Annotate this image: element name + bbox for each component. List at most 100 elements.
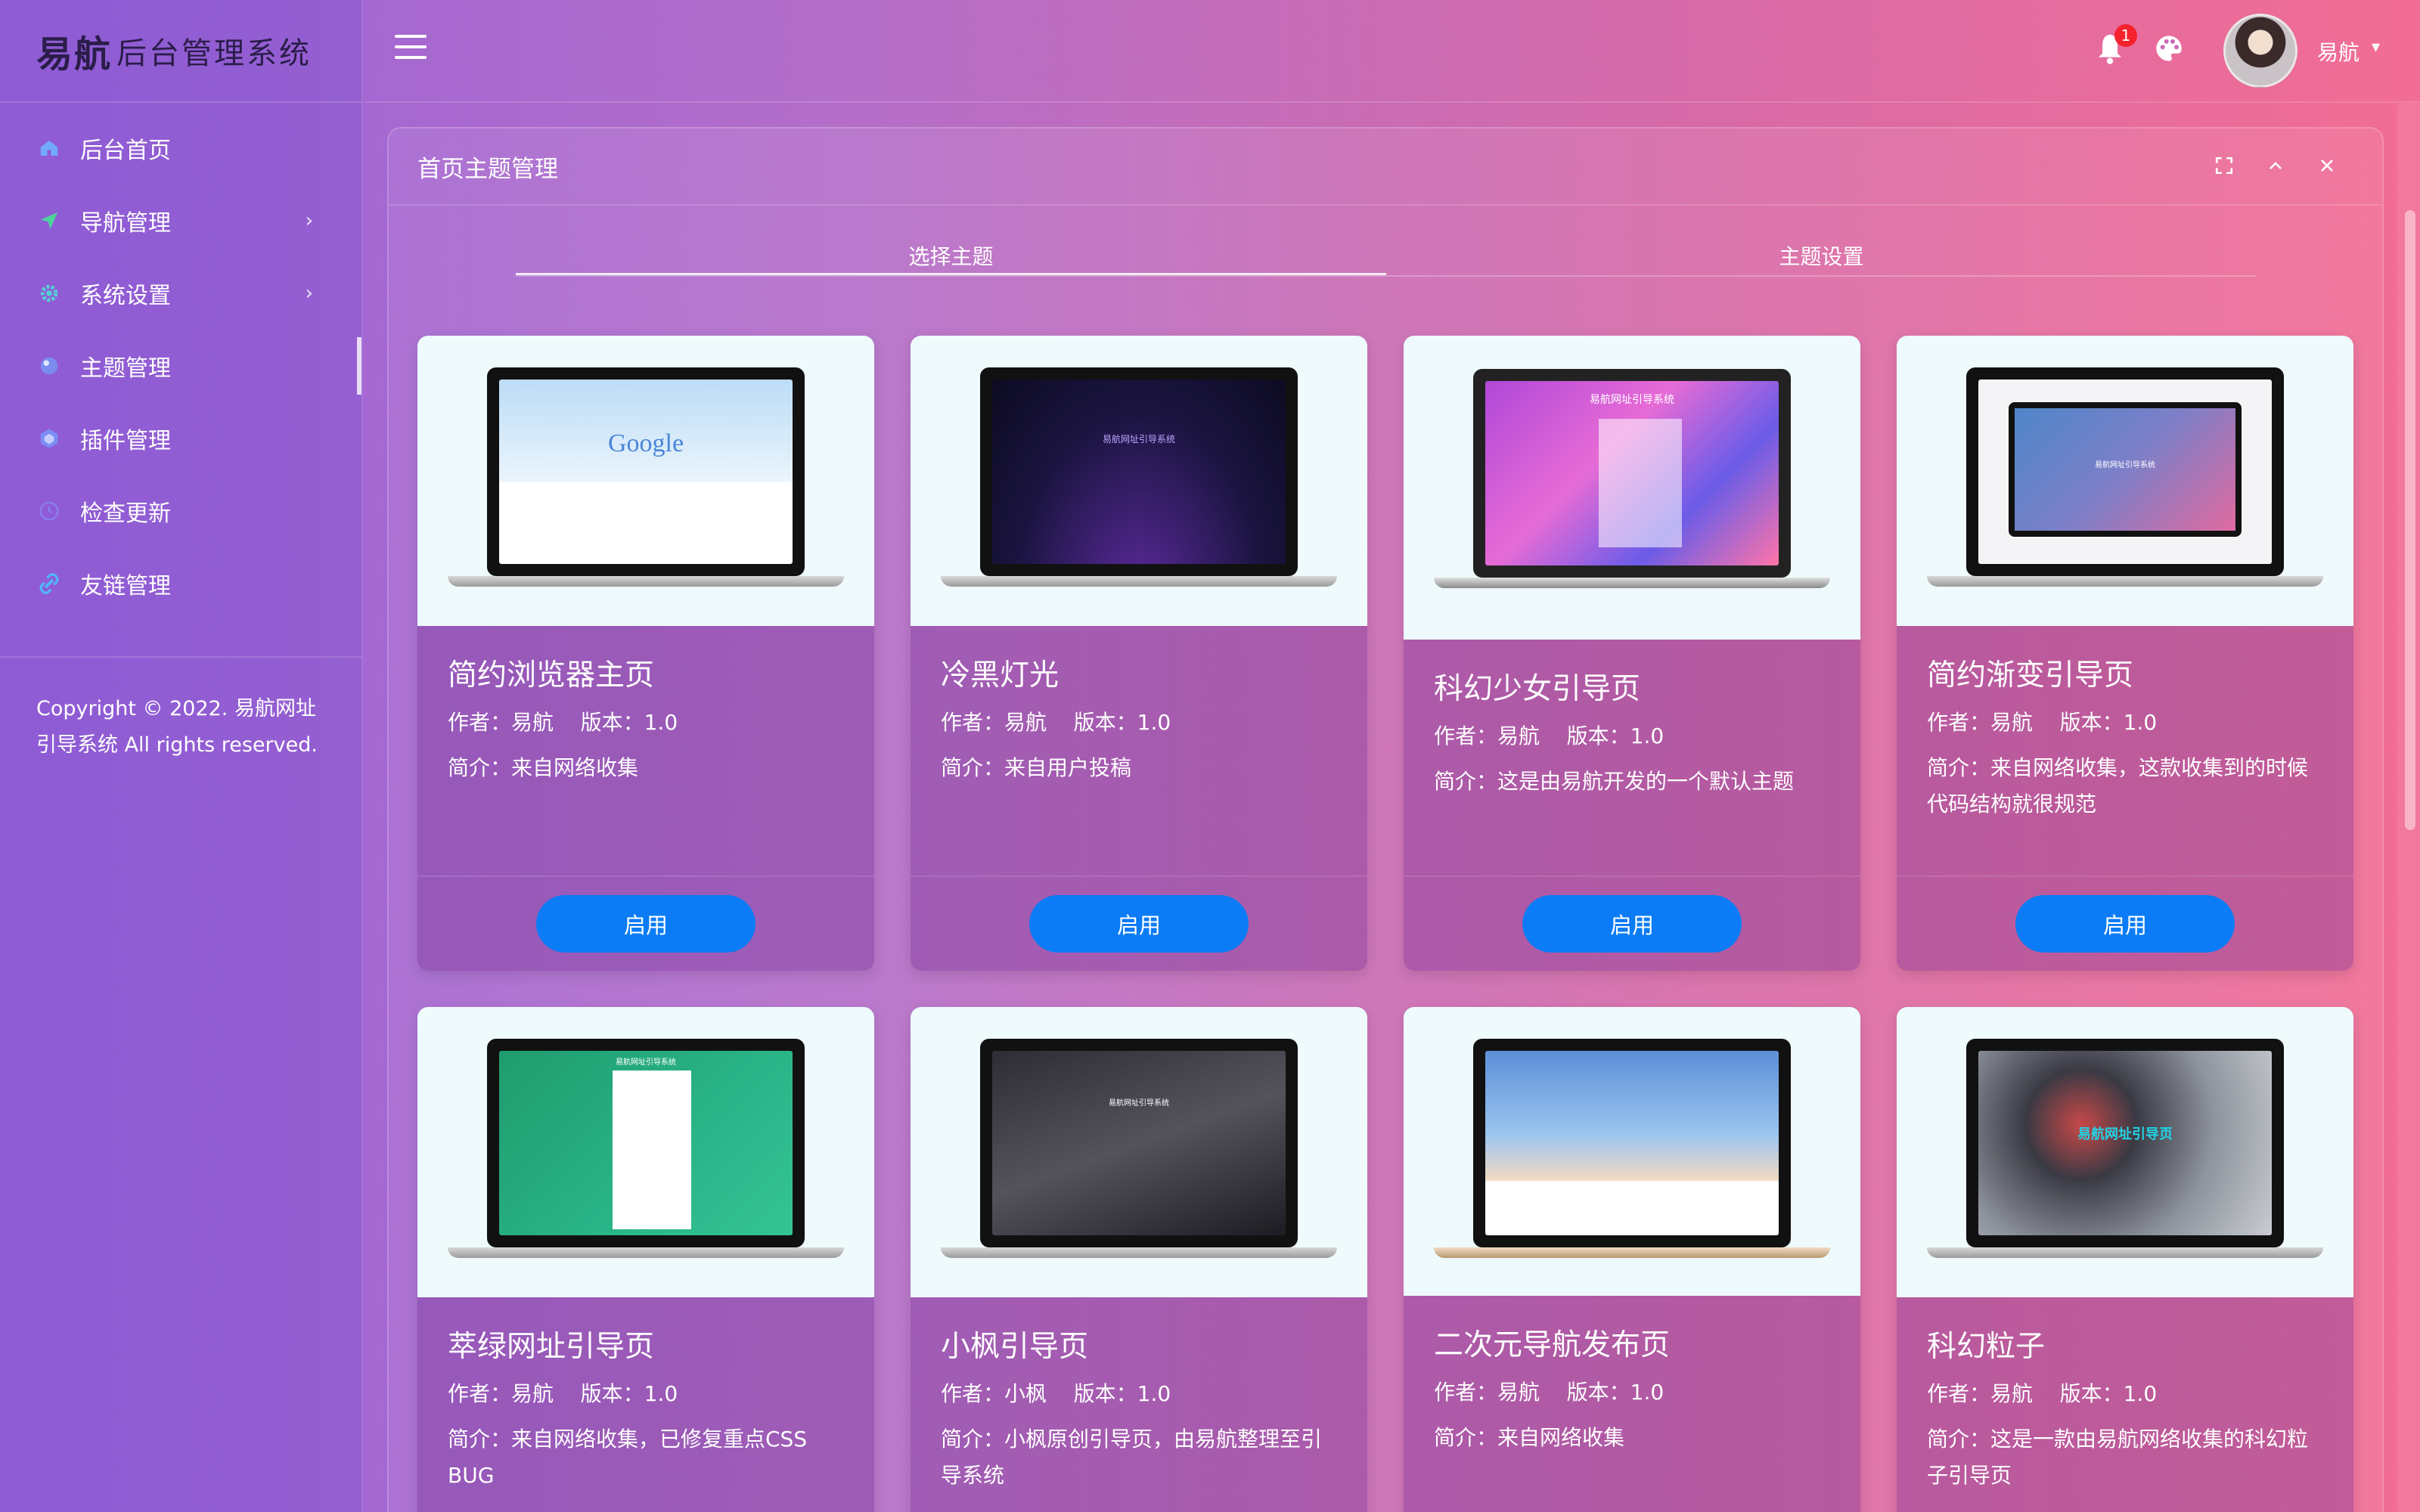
update-icon — [36, 498, 62, 524]
preview-overlay-text: Google — [607, 429, 684, 457]
theme-version: 版本：1.0 — [2059, 710, 2158, 735]
fullscreen-icon[interactable] — [2211, 153, 2237, 178]
enable-theme-button[interactable]: 启用 — [2015, 895, 2235, 953]
logo-mark: 易航 — [36, 33, 113, 76]
theme-name: 冷黑灯光 — [941, 658, 1060, 692]
preview-overlay-text: 易航网址引导系统 — [1109, 1099, 1169, 1108]
tab-theme-settings[interactable]: 主题设置 — [1386, 240, 2257, 275]
theme-author: 作者：易航 — [1927, 1381, 2034, 1406]
theme-author: 作者：易航 — [448, 710, 554, 735]
theme-icon — [36, 353, 62, 379]
theme-description: 简介：这是一款由易航网络收集的科幻粒子引导页 — [1927, 1427, 2309, 1488]
theme-author: 作者：易航 — [941, 710, 1047, 735]
theme-tabs: 选择主题 主题设置 — [516, 240, 2257, 277]
theme-description: 简介：这是由易航开发的一个默认主题 — [1434, 769, 1795, 794]
theme-name: 萃绿网址引导页 — [448, 1330, 655, 1364]
theme-management-panel: 首页主题管理 选择主题 主题设置 Google 简约浏览器主页 作者：易航 版本… — [387, 127, 2384, 1512]
theme-version: 版本：1.0 — [1073, 1381, 1171, 1406]
theme-description: 简介：小枫原创引导页，由易航整理至引导系统 — [941, 1427, 1323, 1488]
theme-description: 简介：来自用户投稿 — [941, 755, 1132, 780]
panel-header: 首页主题管理 — [389, 129, 2382, 206]
chevron-right-icon: › — [305, 282, 313, 305]
preview-overlay-text: 易航网址引导系统 — [1102, 434, 1175, 445]
theme-card: 易航网址引导系统 小枫引导页 作者：小枫 版本：1.0 简介：小枫原创引导页，由… — [911, 1007, 1367, 1512]
close-icon[interactable] — [2314, 153, 2340, 178]
theme-author: 作者：易航 — [1927, 710, 2034, 735]
app-logo[interactable]: 易航 后台管理系统 — [0, 0, 361, 103]
theme-author: 作者：易航 — [1434, 723, 1540, 748]
username[interactable]: 易航 — [2317, 36, 2360, 67]
chevron-right-icon: › — [305, 209, 313, 232]
enable-theme-button[interactable]: 启用 — [1522, 895, 1742, 953]
theme-name: 简约渐变引导页 — [1927, 658, 2134, 692]
preview-overlay-text: 易航网址引导系统 — [2095, 461, 2155, 469]
sidebar-item-label: 友链管理 — [80, 573, 171, 600]
link-icon — [36, 571, 62, 596]
menu-toggle-icon[interactable] — [395, 35, 427, 62]
sidebar-item-plugins[interactable]: 插件管理 — [0, 402, 361, 475]
theme-preview: Google — [417, 336, 874, 626]
tab-select-theme[interactable]: 选择主题 — [516, 240, 1386, 275]
sidebar-item-label: 插件管理 — [80, 428, 171, 454]
theme-preview: 易航网址引导页 — [1897, 1007, 2353, 1297]
theme-card: 易航网址引导系统 简约渐变引导页 作者：易航 版本：1.0 简介：来自网络收集，… — [1897, 336, 2353, 971]
panel-title: 首页主题管理 — [417, 155, 558, 183]
theme-preview: 易航网址引导系统 — [1897, 336, 2353, 626]
theme-description: 简介：来自网络收集 — [1434, 1425, 1625, 1450]
theme-name: 二次元导航发布页 — [1434, 1328, 1671, 1362]
scrollbar-thumb[interactable] — [2405, 210, 2415, 830]
sidebar-item-navigation[interactable]: 导航管理 › — [0, 184, 361, 257]
theme-card: 易航网址引导系统 萃绿网址引导页 作者：易航 版本：1.0 简介：来自网络收集，… — [417, 1007, 874, 1512]
avatar[interactable] — [2223, 14, 2297, 88]
sidebar: 易航 后台管理系统 后台首页 导航管理 › 系统设置 › 主题管理 插件管理 检… — [0, 0, 363, 1512]
theme-card: 二次元导航发布页 作者：易航 版本：1.0 简介：来自网络收集 — [1404, 1007, 1860, 1512]
preview-overlay-text: 易航网址引导系统 — [616, 1058, 676, 1067]
theme-version: 版本：1.0 — [580, 1381, 678, 1406]
logo-title: 后台管理系统 — [116, 36, 312, 71]
theme-author: 作者：易航 — [1434, 1380, 1540, 1405]
theme-author: 作者：易航 — [448, 1381, 554, 1406]
copyright-text: Copyright © 2022. 易航网址引导系统 All rights re… — [0, 656, 361, 764]
theme-name: 小枫引导页 — [941, 1330, 1089, 1364]
theme-card: 易航网址引导系统 科幻少女引导页 作者：易航 版本：1.0 简介：这是由易航开发… — [1404, 336, 1860, 971]
palette-icon[interactable] — [2154, 33, 2184, 64]
theme-version: 版本：1.0 — [1566, 1380, 1665, 1405]
sidebar-item-home[interactable]: 后台首页 — [0, 112, 361, 184]
sidebar-menu: 后台首页 导航管理 › 系统设置 › 主题管理 插件管理 检查更新 友链管理 — [0, 103, 361, 620]
collapse-icon[interactable] — [2263, 153, 2288, 178]
theme-version: 版本：1.0 — [1073, 710, 1171, 735]
sidebar-item-settings[interactable]: 系统设置 › — [0, 257, 361, 330]
theme-card: 易航网址引导页 科幻粒子 作者：易航 版本：1.0 简介：这是一款由易航网络收集… — [1897, 1007, 2353, 1512]
page-scrollbar[interactable] — [2397, 103, 2420, 1512]
sidebar-item-themes[interactable]: 主题管理 — [0, 330, 361, 402]
sidebar-item-label: 导航管理 — [80, 210, 171, 237]
theme-preview: 易航网址引导系统 — [417, 1007, 874, 1297]
sidebar-item-label: 检查更新 — [80, 500, 171, 527]
sidebar-item-links[interactable]: 友链管理 — [0, 547, 361, 620]
sidebar-item-updates[interactable]: 检查更新 — [0, 475, 361, 547]
theme-author: 作者：小枫 — [941, 1381, 1047, 1406]
navigation-arrow-icon — [36, 208, 62, 234]
sidebar-item-label: 系统设置 — [80, 283, 171, 309]
theme-description: 简介：来自网络收集 — [448, 755, 639, 780]
top-bar: 1 易航 ▾ — [365, 0, 2420, 103]
theme-preview — [1404, 1007, 1860, 1296]
sidebar-item-label: 主题管理 — [80, 355, 171, 382]
theme-card: 易航网址引导系统 冷黑灯光 作者：易航 版本：1.0 简介：来自用户投稿 启用 — [911, 336, 1367, 971]
theme-name: 科幻粒子 — [1927, 1330, 2046, 1364]
notification-badge: 1 — [2114, 24, 2137, 47]
gear-icon — [36, 280, 62, 306]
theme-version: 版本：1.0 — [1566, 723, 1665, 748]
preview-overlay-text: 易航网址引导页 — [2077, 1126, 2173, 1142]
theme-preview: 易航网址引导系统 — [911, 1007, 1367, 1297]
enable-theme-button[interactable]: 启用 — [1029, 895, 1249, 953]
enable-theme-button[interactable]: 启用 — [536, 895, 755, 953]
preview-overlay-text: 易航网址引导系统 — [1590, 394, 1674, 406]
home-icon — [36, 135, 62, 161]
caret-down-icon[interactable]: ▾ — [2372, 38, 2380, 57]
theme-preview: 易航网址引导系统 — [1404, 336, 1860, 640]
theme-card: Google 简约浏览器主页 作者：易航 版本：1.0 简介：来自网络收集 启用 — [417, 336, 874, 971]
theme-description: 简介：来自网络收集，这款收集到的时候代码结构就很规范 — [1927, 755, 2309, 816]
theme-name: 科幻少女引导页 — [1434, 672, 1641, 706]
theme-version: 版本：1.0 — [580, 710, 678, 735]
